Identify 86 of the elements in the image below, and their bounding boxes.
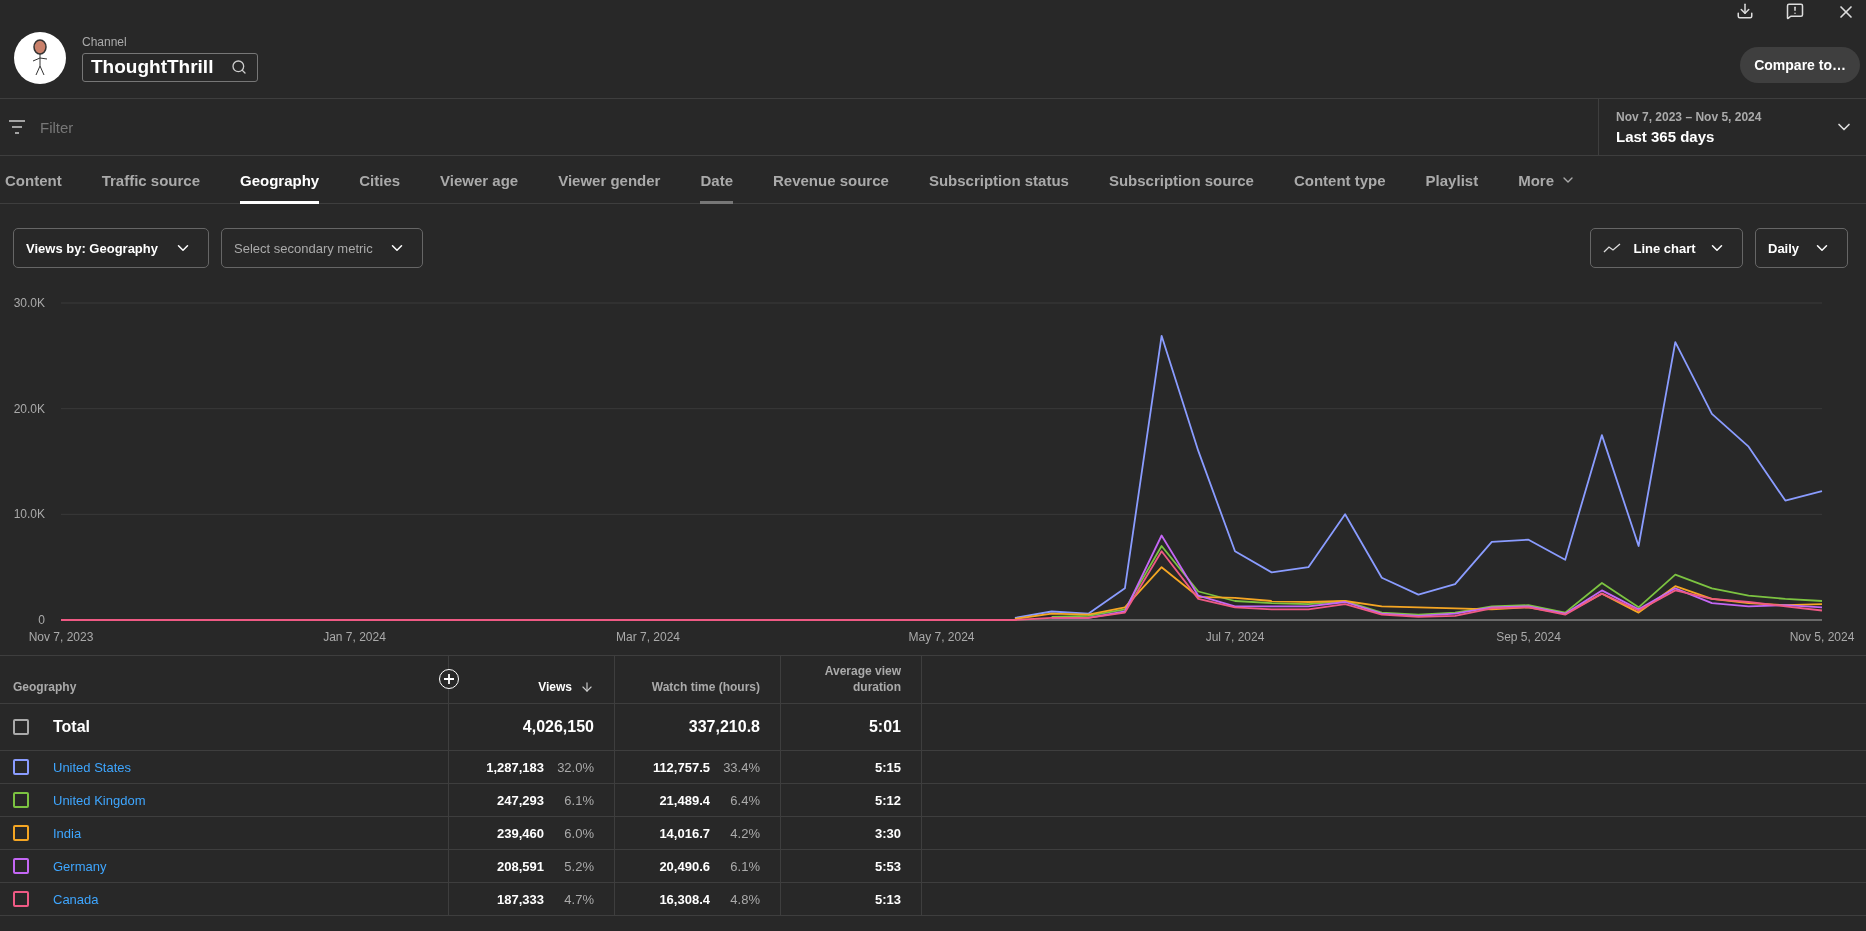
average-duration-value: 5:15 (874, 759, 901, 775)
country-link[interactable]: Canada (53, 891, 99, 907)
views-value: 247,293 (497, 792, 544, 808)
watch-time-percent: 4.8% (729, 891, 760, 907)
country-link[interactable]: United States (53, 759, 132, 775)
search-icon (231, 59, 248, 75)
views-percent: 6.1% (563, 792, 594, 808)
channel-search-field[interactable]: ThoughtThrill (82, 52, 259, 82)
compare-button[interactable]: Compare to… (1740, 47, 1860, 83)
x-axis-label: Jan 7, 2024 (323, 630, 386, 644)
views-percent: 6.0% (563, 825, 594, 841)
views-percent: 5.2% (563, 858, 594, 874)
checkbox[interactable] (13, 825, 29, 841)
y-axis-label: 20.0K (13, 401, 45, 416)
views-percent: 32.0% (556, 759, 594, 775)
watch-time-value: 16,308.4 (659, 891, 710, 907)
checkbox[interactable] (13, 858, 29, 874)
x-axis-label: Nov 5, 2024 (1789, 630, 1855, 644)
y-axis-label: 10.0K (13, 507, 45, 522)
x-axis-label: Mar 7, 2024 (616, 630, 680, 644)
tab[interactable]: Date (700, 156, 733, 204)
views-value: 208,591 (497, 858, 544, 874)
checkbox[interactable] (13, 792, 29, 808)
watch-time-percent: 33.4% (722, 759, 760, 775)
average-duration-value: 5:53 (874, 858, 901, 874)
feedback-icon[interactable] (1786, 2, 1806, 22)
chart-type-dropdown[interactable]: Line chart (1590, 228, 1743, 268)
country-link[interactable]: Germany (53, 858, 107, 874)
tab[interactable]: Content (5, 156, 62, 204)
interval-dropdown[interactable]: Daily (1755, 228, 1848, 268)
column-header[interactable]: Views (538, 679, 594, 695)
column-header: Geography (13, 679, 77, 695)
x-axis-label: Jul 7, 2024 (1205, 630, 1265, 644)
secondary-metric-dropdown[interactable]: Select secondary metric (221, 228, 423, 268)
tab[interactable]: Subscription source (1108, 156, 1254, 204)
watch-time-value: 14,016.7 (659, 825, 710, 841)
watch-time-value: 20,490.6 (659, 858, 710, 874)
total-average-duration: 5:01 (868, 718, 901, 736)
avatar-drawing (14, 32, 66, 84)
checkbox[interactable] (13, 891, 29, 907)
metric-dropdown[interactable]: Views by: Geography (13, 228, 209, 268)
y-axis-label: 30.0K (13, 296, 45, 310)
add-column-button[interactable] (439, 669, 459, 689)
checkbox[interactable] (13, 759, 29, 775)
total-views: 4,026,150 (522, 718, 594, 736)
views-value: 239,460 (497, 825, 544, 841)
tab[interactable]: Subscription status (928, 156, 1069, 204)
watch-time-percent: 4.2% (729, 825, 760, 841)
column-header: Watch time (hours) (651, 679, 760, 695)
tab[interactable]: Viewer gender (558, 156, 661, 204)
line-chart-icon (1603, 243, 1621, 253)
checkbox[interactable] (13, 719, 29, 735)
column-header: Average view duration (823, 663, 901, 695)
watch-time-percent: 6.4% (729, 792, 760, 808)
average-duration-value: 5:12 (874, 792, 901, 808)
country-link[interactable]: United Kingdom (53, 792, 146, 808)
average-duration-value: 5:13 (874, 891, 901, 907)
average-duration-value: 3:30 (874, 825, 901, 841)
x-axis-label: Nov 7, 2023 (28, 630, 94, 644)
tab[interactable]: Cities (359, 156, 401, 204)
channel-label: Channel (82, 34, 128, 49)
tab[interactable]: Content type (1293, 156, 1386, 204)
tab[interactable]: More (1518, 156, 1576, 204)
tab[interactable]: Traffic source (101, 156, 201, 204)
tab[interactable]: Geography (240, 156, 320, 204)
total-label: Total (53, 718, 91, 736)
watch-time-percent: 6.1% (729, 858, 760, 874)
filter-icon (8, 120, 26, 134)
views-percent: 4.7% (563, 891, 594, 907)
filter-field[interactable]: Filter (0, 99, 1598, 155)
views-value: 187,333 (497, 891, 544, 907)
y-axis-label: 0 (38, 613, 45, 627)
tab[interactable]: Viewer age (440, 156, 519, 204)
watch-time-value: 112,757.5 (652, 759, 710, 775)
watch-time-value: 21,489.4 (659, 792, 710, 808)
x-axis-label: Sep 5, 2024 (1496, 630, 1561, 644)
date-range-picker[interactable]: Nov 7, 2023 – Nov 5, 2024 Last 365 days (1598, 99, 1866, 155)
plus-icon (443, 673, 455, 685)
download-icon[interactable] (1736, 2, 1756, 22)
tab[interactable]: Revenue source (773, 156, 889, 204)
x-axis-label: May 7, 2024 (908, 630, 975, 644)
sort-arrow-icon (580, 680, 594, 694)
tab[interactable]: Playlist (1425, 156, 1479, 204)
total-watch-time: 337,210.8 (688, 718, 760, 736)
country-link[interactable]: India (53, 825, 82, 841)
views-value: 1,287,183 (486, 759, 544, 775)
